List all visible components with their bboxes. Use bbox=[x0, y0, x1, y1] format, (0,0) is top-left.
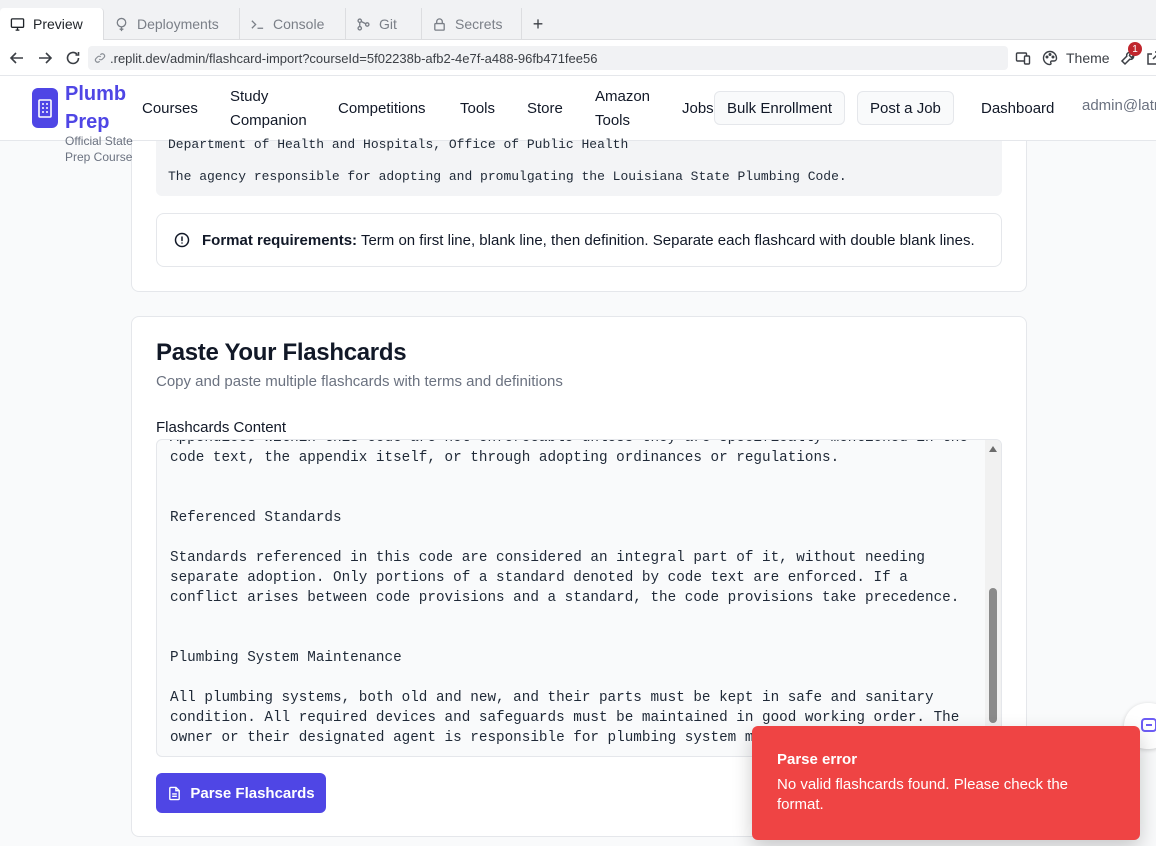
chat-icon bbox=[1141, 718, 1156, 732]
textarea-scrollbar[interactable] bbox=[985, 440, 1001, 756]
tab-preview[interactable]: Preview bbox=[0, 8, 104, 40]
tab-label: Secrets bbox=[455, 16, 503, 32]
page-section-title: Paste Your Flashcards bbox=[156, 339, 407, 366]
tab-git[interactable]: Git bbox=[346, 8, 422, 40]
nav-dashboard[interactable]: Dashboard bbox=[981, 97, 1054, 121]
refresh-icon bbox=[66, 51, 80, 65]
brand-logo[interactable] bbox=[32, 88, 58, 128]
monitor-icon bbox=[10, 17, 25, 31]
back-button[interactable] bbox=[7, 48, 27, 68]
building-icon bbox=[38, 99, 52, 118]
format-requirements-body: Term on first line, blank line, then def… bbox=[357, 231, 975, 249]
brand-subtitle: Official State Prep Course bbox=[65, 134, 133, 164]
reload-button[interactable] bbox=[63, 48, 83, 68]
tab-deployments[interactable]: Deployments bbox=[104, 8, 240, 40]
workspace-tab-bar: Preview Deployments Console Git Secrets … bbox=[0, 0, 1156, 40]
link-icon bbox=[94, 53, 106, 63]
scroll-up-icon[interactable] bbox=[989, 446, 997, 452]
example-definition: The agency responsible for adopting and … bbox=[168, 169, 847, 184]
forward-button[interactable] bbox=[35, 48, 55, 68]
git-icon bbox=[357, 17, 370, 31]
tools-button[interactable]: 1 bbox=[1120, 42, 1142, 68]
plus-icon: + bbox=[532, 13, 544, 34]
open-external-button[interactable] bbox=[1146, 48, 1156, 68]
format-requirements-label: Format requirements: bbox=[202, 231, 358, 249]
theme-label: Theme bbox=[1066, 50, 1110, 66]
arrow-right-icon bbox=[39, 52, 53, 64]
site-header: Plumb Prep Courses Study Companion Compe… bbox=[0, 76, 1156, 141]
info-icon bbox=[174, 232, 190, 248]
new-tab-button[interactable]: + bbox=[522, 8, 554, 40]
flashcards-content-text: Appendices within this code are not enfo… bbox=[170, 440, 968, 746]
bulk-enrollment-button[interactable]: Bulk Enrollment bbox=[714, 91, 846, 125]
notification-badge: 1 bbox=[1128, 42, 1142, 56]
devices-button[interactable] bbox=[1015, 48, 1031, 68]
format-example: Department of Health and Hospitals, Offi… bbox=[156, 137, 1002, 196]
scrollbar-thumb[interactable] bbox=[989, 588, 997, 723]
flashcards-content-label: Flashcards Content bbox=[156, 419, 287, 436]
tab-secrets[interactable]: Secrets bbox=[422, 8, 522, 40]
nav-tools[interactable]: Tools bbox=[460, 97, 495, 121]
toast-message: No valid flashcards found. Please check … bbox=[777, 776, 1068, 813]
parse-flashcards-label: Parse Flashcards bbox=[190, 784, 315, 802]
deployments-icon bbox=[116, 17, 127, 31]
terminal-icon bbox=[251, 19, 264, 29]
external-link-icon bbox=[1147, 51, 1156, 65]
admin-user-email[interactable]: admin@latr bbox=[1082, 97, 1156, 114]
devices-icon bbox=[1015, 52, 1031, 65]
nav-jobs[interactable]: Jobs bbox=[682, 97, 714, 121]
tab-label: Git bbox=[379, 16, 397, 32]
tab-console[interactable]: Console bbox=[240, 8, 346, 40]
nav-study-companion[interactable]: Study Companion bbox=[230, 85, 320, 133]
theme-button[interactable]: Theme bbox=[1042, 48, 1110, 68]
arrow-left-icon bbox=[9, 52, 23, 64]
url-input[interactable]: .replit.dev/admin/flashcard-import?cours… bbox=[88, 46, 1008, 70]
nav-amazon-tools[interactable]: Amazon Tools bbox=[595, 85, 655, 133]
flashcards-content-textarea[interactable]: Appendices within this code are not enfo… bbox=[156, 439, 1002, 757]
toast-title: Parse error bbox=[777, 751, 858, 768]
tab-label: Console bbox=[273, 16, 325, 32]
nav-store[interactable]: Store bbox=[527, 97, 563, 121]
tab-label: Preview bbox=[33, 16, 83, 32]
more-icon[interactable]: ⋮ bbox=[1150, 14, 1156, 31]
format-requirements-text: Format requirements: Term on first line,… bbox=[202, 232, 975, 249]
file-text-icon bbox=[169, 786, 181, 800]
parse-flashcards-button[interactable]: Parse Flashcards bbox=[156, 773, 326, 813]
brand-name[interactable]: Plumb Prep bbox=[65, 80, 135, 136]
tab-label: Deployments bbox=[137, 16, 219, 32]
nav-competitions[interactable]: Competitions bbox=[338, 97, 426, 121]
nav-courses[interactable]: Courses bbox=[142, 97, 198, 121]
parse-error-toast[interactable]: Parse error No valid flashcards found. P… bbox=[752, 726, 1140, 840]
preview-url-bar: .replit.dev/admin/flashcard-import?cours… bbox=[0, 40, 1156, 76]
section-description: Copy and paste multiple flashcards with … bbox=[156, 373, 563, 390]
post-job-button[interactable]: Post a Job bbox=[857, 91, 954, 125]
lock-icon bbox=[434, 17, 445, 31]
example-term: Department of Health and Hospitals, Offi… bbox=[168, 137, 629, 152]
format-requirements-alert: Format requirements: Term on first line,… bbox=[156, 213, 1002, 267]
palette-icon bbox=[1042, 50, 1058, 66]
url-text: .replit.dev/admin/flashcard-import?cours… bbox=[110, 50, 598, 66]
